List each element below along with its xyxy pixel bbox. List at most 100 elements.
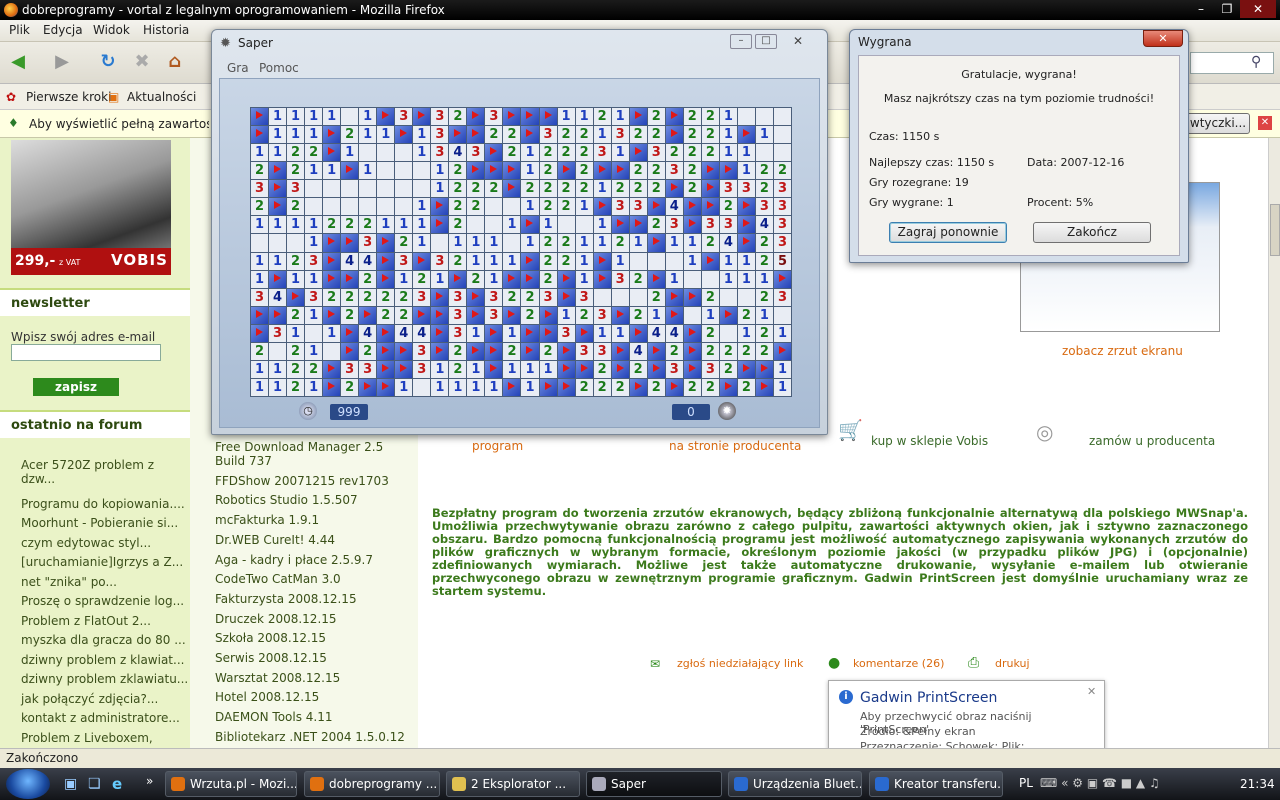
download-link[interactable]: program <box>472 439 523 453</box>
flag-cell[interactable] <box>521 216 539 234</box>
empty-cell[interactable] <box>665 252 683 270</box>
number-cell[interactable]: 1 <box>773 324 791 342</box>
number-cell[interactable]: 1 <box>269 144 287 162</box>
number-cell[interactable]: 1 <box>287 108 305 126</box>
number-cell[interactable]: 2 <box>539 252 557 270</box>
producer-link[interactable]: na stronie producenta <box>669 439 801 453</box>
number-cell[interactable]: 4 <box>647 324 665 342</box>
number-cell[interactable]: 1 <box>737 144 755 162</box>
flag-cell[interactable] <box>557 162 575 180</box>
number-cell[interactable]: 1 <box>287 324 305 342</box>
number-cell[interactable]: 3 <box>467 144 485 162</box>
number-cell[interactable]: 2 <box>449 162 467 180</box>
flag-cell[interactable] <box>503 108 521 126</box>
flag-cell[interactable] <box>503 180 521 198</box>
order-link[interactable]: zamów u producenta <box>1089 434 1215 448</box>
number-cell[interactable]: 3 <box>629 198 647 216</box>
flag-cell[interactable] <box>413 252 431 270</box>
number-cell[interactable]: 2 <box>665 342 683 360</box>
flag-cell[interactable] <box>629 216 647 234</box>
empty-cell[interactable] <box>305 198 323 216</box>
number-cell[interactable]: 2 <box>251 162 269 180</box>
flag-cell[interactable] <box>629 108 647 126</box>
flag-cell[interactable] <box>557 378 575 396</box>
number-cell[interactable]: 3 <box>575 288 593 306</box>
number-cell[interactable]: 2 <box>575 126 593 144</box>
number-cell[interactable]: 1 <box>521 234 539 252</box>
flag-cell[interactable] <box>359 306 377 324</box>
empty-cell[interactable] <box>773 306 791 324</box>
number-cell[interactable]: 3 <box>557 324 575 342</box>
menu-plik[interactable]: Plik <box>9 23 30 37</box>
flag-cell[interactable] <box>773 270 791 288</box>
number-cell[interactable]: 1 <box>431 270 449 288</box>
number-cell[interactable]: 1 <box>557 306 575 324</box>
flag-cell[interactable] <box>575 324 593 342</box>
number-cell[interactable]: 2 <box>485 180 503 198</box>
empty-cell[interactable] <box>341 180 359 198</box>
number-cell[interactable]: 1 <box>251 378 269 396</box>
flag-cell[interactable] <box>629 144 647 162</box>
number-cell[interactable]: 2 <box>611 378 629 396</box>
number-cell[interactable]: 1 <box>593 324 611 342</box>
number-cell[interactable]: 1 <box>305 108 323 126</box>
flag-cell[interactable] <box>737 198 755 216</box>
empty-cell[interactable] <box>737 108 755 126</box>
empty-cell[interactable] <box>629 252 647 270</box>
number-cell[interactable]: 3 <box>539 126 557 144</box>
number-cell[interactable]: 3 <box>431 126 449 144</box>
flag-cell[interactable] <box>683 216 701 234</box>
flag-cell[interactable] <box>377 378 395 396</box>
flag-cell[interactable] <box>377 324 395 342</box>
number-cell[interactable]: 1 <box>305 126 323 144</box>
empty-cell[interactable] <box>737 288 755 306</box>
menu-edycja[interactable]: Edycja <box>43 23 83 37</box>
download-item[interactable]: CodeTwo CatMan 3.0 <box>215 572 341 586</box>
flag-cell[interactable] <box>665 126 683 144</box>
number-cell[interactable]: 2 <box>467 270 485 288</box>
number-cell[interactable]: 3 <box>665 360 683 378</box>
flag-cell[interactable] <box>647 234 665 252</box>
number-cell[interactable]: 2 <box>395 288 413 306</box>
number-cell[interactable]: 3 <box>647 144 665 162</box>
menu-pomoc[interactable]: Pomoc <box>259 61 299 75</box>
number-cell[interactable]: 2 <box>557 126 575 144</box>
flag-cell[interactable] <box>269 162 287 180</box>
number-cell[interactable]: 1 <box>737 162 755 180</box>
number-cell[interactable]: 2 <box>287 342 305 360</box>
flag-cell[interactable] <box>269 180 287 198</box>
number-cell[interactable]: 2 <box>305 360 323 378</box>
language-indicator[interactable]: PL <box>1019 776 1033 790</box>
number-cell[interactable]: 1 <box>593 180 611 198</box>
number-cell[interactable]: 3 <box>719 180 737 198</box>
forum-item[interactable]: Proszę o sprawdzenie log... <box>21 594 184 608</box>
number-cell[interactable]: 1 <box>755 126 773 144</box>
number-cell[interactable]: 1 <box>251 216 269 234</box>
forum-item[interactable]: [uruchamianie]Igrzys a Z... <box>21 555 183 569</box>
number-cell[interactable]: 1 <box>575 270 593 288</box>
flag-cell[interactable] <box>719 378 737 396</box>
number-cell[interactable]: 3 <box>341 360 359 378</box>
number-cell[interactable]: 1 <box>431 360 449 378</box>
flag-cell[interactable] <box>647 360 665 378</box>
empty-cell[interactable] <box>251 234 269 252</box>
number-cell[interactable]: 2 <box>287 198 305 216</box>
number-cell[interactable]: 1 <box>467 234 485 252</box>
stop-icon[interactable]: ✖ <box>130 51 154 75</box>
number-cell[interactable]: 2 <box>449 252 467 270</box>
number-cell[interactable]: 1 <box>521 198 539 216</box>
number-cell[interactable]: 2 <box>539 198 557 216</box>
flag-cell[interactable] <box>665 108 683 126</box>
number-cell[interactable]: 4 <box>719 234 737 252</box>
number-cell[interactable]: 2 <box>341 288 359 306</box>
number-cell[interactable]: 2 <box>701 108 719 126</box>
number-cell[interactable]: 3 <box>485 288 503 306</box>
flag-cell[interactable] <box>755 360 773 378</box>
back-icon[interactable]: ◀ <box>6 51 30 75</box>
empty-cell[interactable] <box>377 180 395 198</box>
empty-cell[interactable] <box>683 270 701 288</box>
flag-cell[interactable] <box>539 306 557 324</box>
flag-cell[interactable] <box>251 306 269 324</box>
flag-cell[interactable] <box>377 252 395 270</box>
flag-cell[interactable] <box>323 360 341 378</box>
